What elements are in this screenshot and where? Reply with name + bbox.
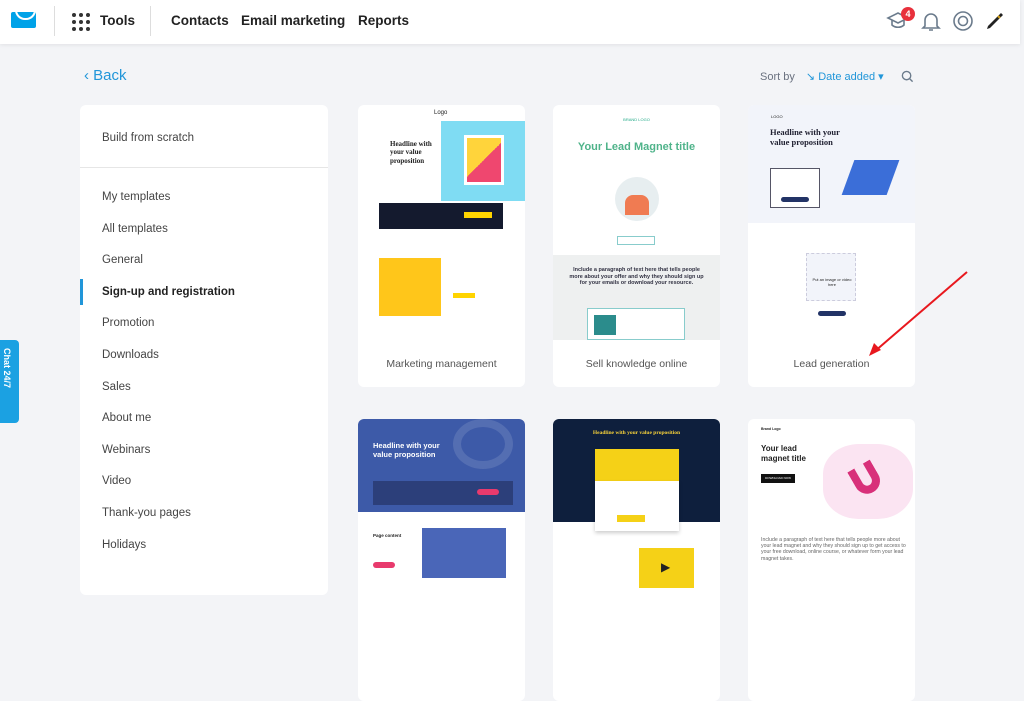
sort-control[interactable]: Sort by ↘ Date added ▾ — [760, 70, 884, 83]
category-sidebar: Build from scratch My templates All temp… — [80, 105, 328, 595]
sidebar-item-sign-up[interactable]: Sign-up and registration — [102, 286, 235, 298]
thumb-illustration — [441, 121, 525, 201]
thumb-image — [595, 449, 679, 481]
thumb-video: ▶ — [639, 548, 694, 588]
thumb-illustration — [841, 160, 900, 195]
thumb-headline: Headline with your value proposition — [390, 140, 432, 165]
card-label: Marketing management — [386, 358, 497, 370]
template-preview: Logo Headline with your value propositio… — [358, 105, 525, 340]
thumb-button — [453, 293, 475, 298]
divider — [54, 6, 55, 36]
template-preview: Headline with your value proposition Pag… — [358, 419, 525, 654]
thumb-logo: Logo — [434, 110, 448, 116]
lifebuoy-icon[interactable] — [951, 9, 975, 33]
chat-button[interactable]: Chat 24/7 — [0, 340, 19, 423]
template-card[interactable]: Headline with your value proposition ▶ — [553, 419, 720, 701]
thumb-button: DOWNLOAD NOW — [761, 474, 795, 483]
thumb-body: Include a paragraph of text here that te… — [761, 537, 906, 562]
sidebar-item-video[interactable]: Video — [102, 475, 131, 487]
annotation-arrow — [869, 271, 968, 356]
thumb-logo: Brand Logo — [761, 427, 781, 431]
divider — [80, 167, 328, 168]
active-indicator — [80, 279, 83, 305]
nav-email-marketing[interactable]: Email marketing — [241, 13, 345, 28]
thumb-section: Include a paragraph of text here that te… — [553, 255, 720, 340]
thumb-headline: Headline with your value proposition — [770, 127, 840, 148]
thumb-image — [379, 258, 441, 316]
template-card[interactable]: Brand Logo Your lead magnet title DOWNLO… — [748, 419, 915, 701]
sort-label: Sort by — [760, 71, 795, 83]
sort-dropdown[interactable]: ↘ Date added ▾ — [806, 71, 884, 83]
thumb-button — [617, 236, 655, 245]
template-card[interactable]: Headline with your value proposition Pag… — [358, 419, 525, 701]
sidebar-item-all-templates[interactable]: All templates — [102, 223, 168, 235]
thumb-image — [422, 528, 506, 578]
thumb-logo: BRAND LOGO — [623, 117, 650, 122]
chevron-left-icon: ‹ — [84, 67, 94, 84]
thumb-headline: Your Lead Magnet title — [577, 141, 696, 153]
build-from-scratch[interactable]: Build from scratch — [102, 132, 194, 144]
notification-badge: 4 — [901, 7, 915, 21]
top-bar: Tools Contacts Email marketing Reports 4 — [0, 0, 1020, 44]
pen-icon[interactable] — [983, 9, 1007, 33]
thumb-form — [379, 203, 503, 229]
sidebar-item-thank-you[interactable]: Thank-you pages — [102, 507, 191, 519]
sidebar-item-about-me[interactable]: About me — [102, 412, 151, 424]
template-card[interactable]: BRAND LOGO Your Lead Magnet title Includ… — [553, 105, 720, 387]
back-label: Back — [93, 67, 127, 84]
sidebar-item-my-templates[interactable]: My templates — [102, 191, 170, 203]
thumb-headline: Headline with your value proposition — [373, 441, 440, 459]
thumb-headline: Your lead magnet title — [761, 444, 806, 463]
sidebar-item-general[interactable]: General — [102, 254, 143, 266]
nav-contacts[interactable]: Contacts — [171, 13, 229, 28]
apps-grid-icon[interactable] — [72, 13, 90, 31]
sort-arrow-icon: ↘ — [805, 71, 816, 83]
card-label: Sell knowledge online — [585, 358, 688, 370]
sidebar-item-promotion[interactable]: Promotion — [102, 317, 154, 329]
thumb-illustration — [615, 177, 659, 221]
sidebar-item-webinars[interactable]: Webinars — [102, 444, 150, 456]
thumb-headline: Headline with your value proposition — [592, 430, 681, 436]
template-preview: Headline with your value proposition ▶ — [553, 419, 720, 654]
thumb-subheading: Page content — [373, 533, 402, 538]
getresponse-logo-icon[interactable] — [11, 12, 36, 28]
chat-label: Chat 24/7 — [2, 348, 12, 389]
back-link[interactable]: ‹ Back — [84, 67, 127, 84]
nav-tools[interactable]: Tools — [100, 13, 135, 28]
sidebar-item-sales[interactable]: Sales — [102, 381, 131, 393]
template-preview: Brand Logo Your lead magnet title DOWNLO… — [748, 419, 915, 654]
thumb-logo: LOGO — [771, 114, 783, 119]
sidebar-item-downloads[interactable]: Downloads — [102, 349, 159, 361]
thumb-button — [373, 562, 395, 568]
divider — [150, 6, 151, 36]
nav-reports[interactable]: Reports — [358, 13, 409, 28]
sort-value: Date added — [818, 71, 876, 83]
template-preview: BRAND LOGO Your Lead Magnet title Includ… — [553, 105, 720, 340]
thumb-form — [595, 481, 679, 531]
thumb-hero: Headline with your value proposition — [358, 419, 525, 512]
play-icon: ▶ — [661, 560, 671, 574]
thumb-illustration — [823, 444, 913, 519]
bell-icon[interactable] — [919, 9, 943, 33]
search-icon[interactable] — [901, 70, 914, 83]
thumb-body: Put an image or video here — [812, 277, 852, 287]
sidebar-item-holidays[interactable]: Holidays — [102, 539, 146, 551]
thumb-body: Include a paragraph of text here that te… — [569, 267, 704, 287]
thumb-form — [770, 168, 820, 208]
template-card[interactable]: Logo Headline with your value propositio… — [358, 105, 525, 387]
